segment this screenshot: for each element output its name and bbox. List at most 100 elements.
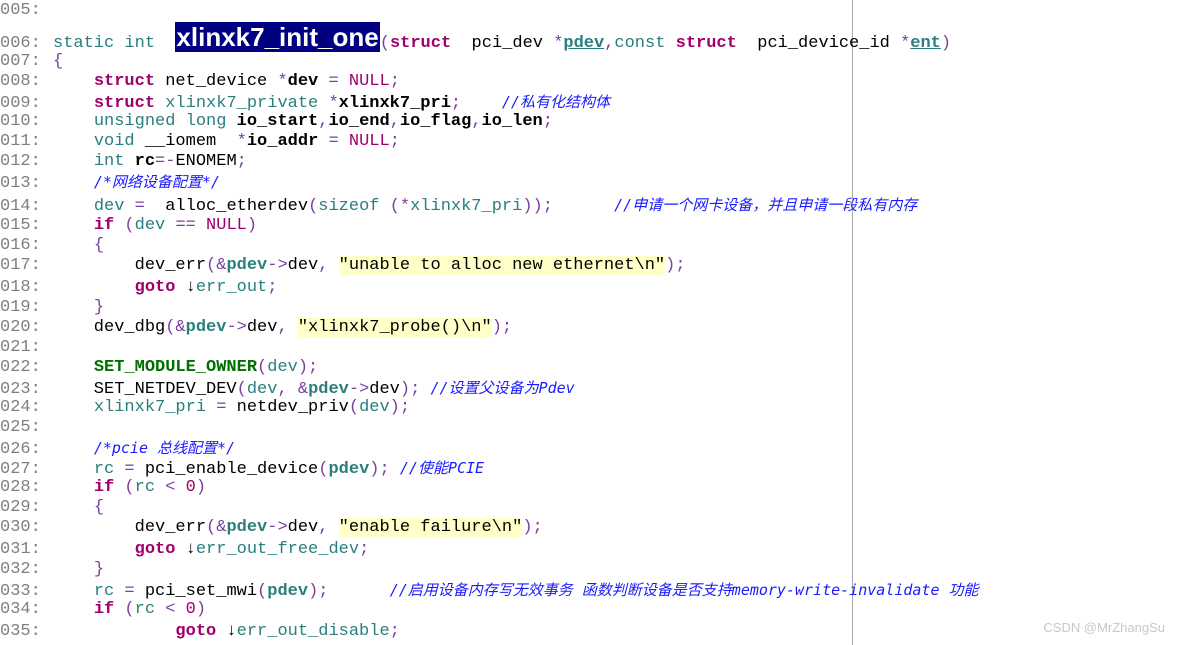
code-token: dev	[287, 256, 319, 275]
code-text: goto ↓err_out;	[53, 278, 278, 297]
code-text: unsigned long io_start,io_end,io_flag,io…	[53, 112, 553, 131]
code-line[interactable]: 034: if (rc < 0)	[0, 600, 206, 620]
code-token: (&	[206, 518, 227, 537]
code-line[interactable]: 028: if (rc < 0)	[0, 478, 206, 498]
code-token: ;	[389, 622, 400, 641]
code-token: io_end	[328, 112, 390, 131]
code-comment: //设置父设备为Pdev	[430, 379, 575, 397]
code-line[interactable]: 014: dev = alloc_etherdev(sizeof (*xlinx…	[0, 195, 918, 216]
code-line[interactable]: 031: goto ↓err_out_free_dev;	[0, 540, 369, 560]
code-line[interactable]: 029: {	[0, 498, 104, 518]
code-token: struct	[389, 34, 452, 53]
code-token: dev	[359, 398, 390, 417]
code-line[interactable]: 010: unsigned long io_start,io_end,io_fl…	[0, 112, 553, 132]
code-token: dev_dbg	[53, 318, 166, 337]
code-token: dev	[287, 518, 319, 537]
code-token: net_device	[155, 72, 278, 91]
code-token: ENOMEM	[175, 152, 237, 171]
code-comment: //申请一个网卡设备，并且申请一段私有内存	[614, 196, 918, 214]
code-line[interactable]: 008: struct net_device *dev = NULL;	[0, 72, 400, 92]
code-line[interactable]: 005:	[0, 1, 53, 21]
code-token: dev	[246, 380, 278, 399]
code-text: {	[53, 52, 63, 71]
code-line[interactable]: 015: if (dev == NULL)	[0, 216, 257, 236]
code-token: ->	[348, 380, 370, 399]
code-token: NULL	[206, 216, 247, 235]
code-line[interactable]: 024: xlinxk7_pri = netdev_priv(dev);	[0, 398, 410, 418]
code-token: alloc_etherdev	[144, 197, 309, 216]
code-text: }	[53, 298, 104, 317]
right-margin-guide	[852, 0, 853, 645]
code-token: ,	[318, 256, 329, 275]
code-line[interactable]: 017: dev_err(&pdev->dev, "unable to allo…	[0, 256, 686, 276]
code-line[interactable]: 023: SET_NETDEV_DEV(dev, &pdev->dev); //…	[0, 378, 575, 399]
code-line[interactable]: 032: }	[0, 560, 104, 580]
code-line[interactable]: 022: SET_MODULE_OWNER(dev);	[0, 358, 318, 378]
code-line[interactable]: 013: /*网络设备配置*/	[0, 172, 220, 193]
code-token: goto	[134, 540, 176, 559]
code-token: )	[246, 216, 258, 235]
code-line[interactable]: 009: struct xlinxk7_private *xlinxk7_pri…	[0, 92, 610, 113]
code-token: io_addr	[246, 132, 319, 151]
code-line[interactable]: 011: void __iomem *io_addr = NULL;	[0, 132, 400, 152]
code-text: static int xlinxk7_init_one(struct pci_d…	[53, 22, 951, 53]
line-number: 009:	[0, 94, 41, 113]
code-line[interactable]: 020: dev_dbg(&pdev->dev, "xlinxk7_probe(…	[0, 318, 512, 338]
code-line[interactable]: 027: rc = pci_enable_device(pdev); //使能P…	[0, 458, 484, 479]
code-line[interactable]: 030: dev_err(&pdev->dev, "enable failure…	[0, 518, 543, 538]
code-token: ,	[389, 112, 400, 131]
code-token: }	[93, 298, 105, 317]
code-text: if (dev == NULL)	[53, 216, 257, 235]
code-token: ));	[522, 197, 553, 216]
code-text: dev_err(&pdev->dev, "unable to alloc new…	[53, 256, 686, 275]
code-token: dev_err	[53, 256, 207, 275]
code-token: *	[900, 34, 911, 53]
code-line[interactable]: 035: goto ↓err_out_disable;	[0, 622, 400, 642]
code-editor[interactable]: 005: 006: static int xlinxk7_init_one(stru…	[0, 0, 1179, 645]
code-text: SET_NETDEV_DEV(dev, &pdev->dev); //设置父设备…	[53, 379, 575, 399]
code-token: pdev	[185, 318, 227, 337]
code-token: ,	[471, 112, 482, 131]
code-line[interactable]: 012: int rc=-ENOMEM;	[0, 152, 247, 172]
code-token: (&	[165, 318, 186, 337]
code-token: rc	[93, 460, 115, 479]
code-line[interactable]: 033: rc = pci_set_mwi(pdev); //启用设备内存写无效…	[0, 580, 979, 601]
line-number: 025:	[0, 418, 41, 437]
code-text: goto ↓err_out_disable;	[53, 622, 400, 641]
line-number: 030:	[0, 518, 41, 537]
code-token: *	[236, 132, 247, 151]
code-token: goto	[175, 622, 217, 641]
code-token: netdev_priv	[226, 398, 349, 417]
line-number: 023:	[0, 380, 41, 399]
code-token: xlinxk7_pri	[93, 398, 207, 417]
code-line[interactable]: 019: }	[0, 298, 104, 318]
code-line[interactable]: 026: /*pcie 总线配置*/	[0, 438, 235, 459]
code-line[interactable]: 016: {	[0, 236, 104, 256]
code-token: (*	[389, 197, 411, 216]
code-line[interactable]: 021:	[0, 338, 53, 358]
code-line[interactable]: 007: {	[0, 52, 63, 72]
code-line[interactable]: 025:	[0, 418, 53, 438]
code-token: err_out	[195, 278, 268, 297]
code-line[interactable]: 006: static int xlinxk7_init_one(struct p…	[0, 22, 951, 58]
code-token: int	[93, 152, 135, 171]
selected-function-name[interactable]: xlinxk7_init_one	[175, 22, 380, 52]
code-line[interactable]: 018: goto ↓err_out;	[0, 278, 277, 298]
string-literal: "xlinxk7_probe()\n"	[297, 318, 492, 337]
code-token: struct	[93, 72, 156, 91]
line-number: 005:	[0, 1, 41, 20]
